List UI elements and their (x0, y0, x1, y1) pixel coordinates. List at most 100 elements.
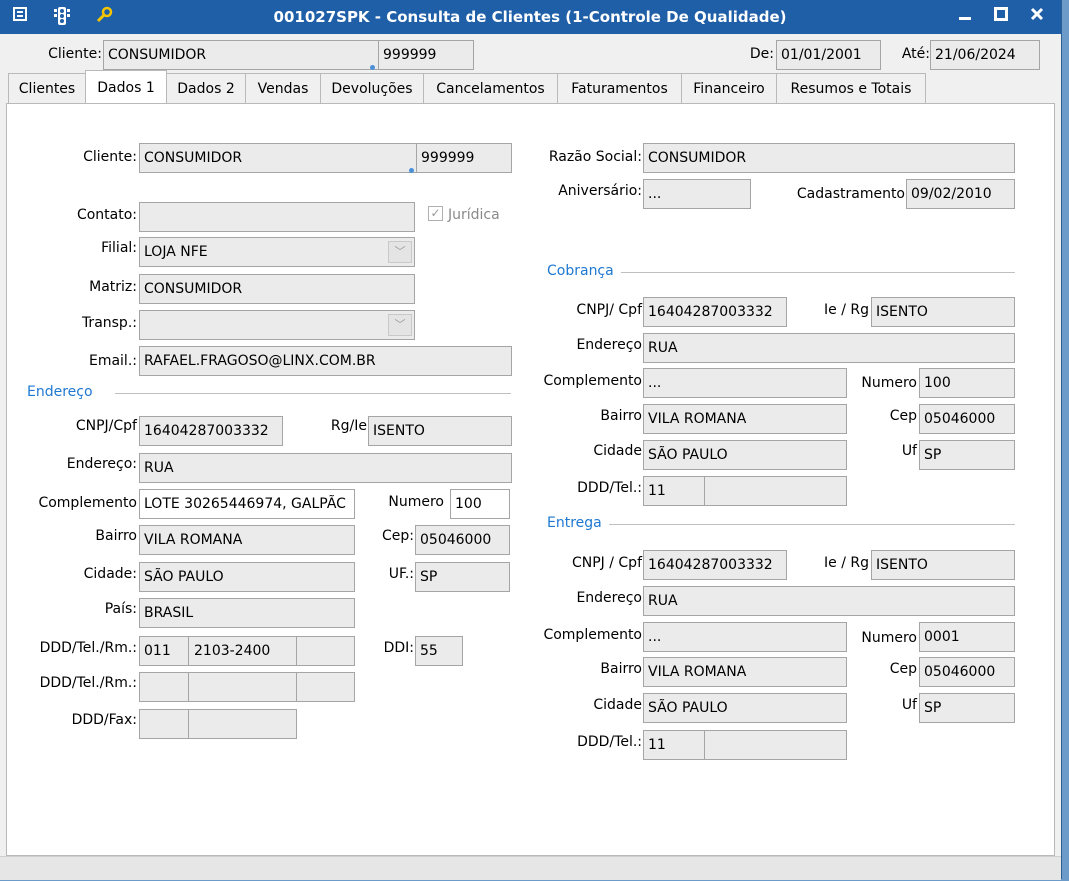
filial-select[interactable]: LOJA NFE ﹀ (139, 237, 415, 267)
transp-select[interactable]: ﹀ (139, 310, 415, 340)
cobranca-ie-label: Ie / Rg (824, 302, 869, 318)
consulta-clientes-window: 001027SPK - Consulta de Clientes (1-Cont… (0, 0, 1062, 880)
cobranca-cnpj-field[interactable]: 16404287003332 (643, 297, 787, 327)
contato-label: Contato: (76, 207, 137, 223)
chevron-down-icon[interactable]: ﹀ (388, 314, 412, 336)
cobranca-ie-field[interactable]: ISENTO (871, 297, 1015, 327)
ate-date-field[interactable]: 21/06/2024 (930, 40, 1040, 70)
bairro-field[interactable]: VILA ROMANA (139, 525, 355, 555)
title-bar: 001027SPK - Consulta de Clientes (1-Cont… (0, 0, 1061, 34)
cep-field[interactable]: 05046000 (415, 525, 510, 555)
minimize-button[interactable] (950, 4, 980, 28)
pais-label: País: (104, 601, 137, 617)
rg-ie-field[interactable]: ISENTO (368, 416, 512, 446)
menu-icon[interactable] (10, 6, 30, 26)
cep-label: Cep: (382, 528, 414, 544)
entrega-uf-field[interactable]: SP (919, 693, 1015, 723)
dados-1-panel: Cliente: CONSUMIDOR 999999 Contato: ✓ Ju… (6, 103, 1055, 856)
filter-cliente-code-field[interactable]: 999999 (378, 40, 474, 70)
cobranca-complemento-field[interactable]: ... (643, 368, 847, 398)
tel1-label: DDD/Tel./Rm.: (39, 640, 137, 656)
traffic-light-icon[interactable] (52, 6, 72, 26)
entrega-complemento-field[interactable]: ... (643, 622, 847, 652)
uf-field[interactable]: SP (415, 562, 510, 592)
matriz-field[interactable]: CONSUMIDOR (139, 274, 415, 304)
aniversario-field[interactable]: ... (643, 179, 751, 209)
cidade-field[interactable]: SÃO PAULO (139, 562, 355, 592)
de-date-field[interactable]: 01/01/2001 (776, 40, 881, 70)
tel1-ddd: 011 (144, 643, 171, 659)
entrega-numero-label: Numero (861, 630, 917, 646)
ddi-field[interactable]: 55 (415, 636, 463, 666)
contato-field[interactable] (139, 202, 415, 232)
tab-devolucoes[interactable]: Devoluções (320, 73, 424, 103)
chevron-down-icon[interactable]: ﹀ (388, 241, 412, 263)
cobranca-numero-label: Numero (861, 375, 917, 391)
cobranca-bairro-field[interactable]: VILA ROMANA (643, 404, 847, 434)
complemento-field[interactable]: LOTE 30265446974, GALPÃC (139, 489, 355, 519)
entrega-cep-label: Cep (889, 661, 917, 677)
tab-financeiro[interactable]: Financeiro (681, 73, 777, 103)
entrega-tel-ddd: 11 (648, 737, 666, 753)
tel1-field[interactable]: 011 2103-2400 (139, 636, 355, 666)
filter-cliente-name-field[interactable]: CONSUMIDOR (103, 40, 379, 70)
tab-dados-2[interactable]: Dados 2 (166, 73, 246, 103)
entrega-ie-field[interactable]: ISENTO (871, 550, 1015, 580)
tab-bar: Clientes Dados 1 Dados 2 Vendas Devoluçõ… (0, 70, 1061, 103)
transp-label: Transp.: (81, 315, 137, 331)
fax-field[interactable] (139, 709, 297, 739)
cobranca-endereco-label: Endereço (576, 337, 642, 353)
tel2-field[interactable] (139, 672, 355, 702)
complemento-label: Complemento (38, 495, 137, 511)
entrega-tel-label: DDD/Tel.: (577, 734, 642, 750)
tab-clientes[interactable]: Clientes (8, 73, 86, 103)
cobranca-cidade-field[interactable]: SÃO PAULO (643, 440, 847, 470)
fax-label: DDD/Fax: (71, 712, 137, 728)
entrega-cep-field[interactable]: 05046000 (919, 657, 1015, 687)
close-button[interactable] (1022, 4, 1052, 28)
entrega-tel-field[interactable]: 11 (643, 730, 847, 760)
rg-ie-label: Rg/Ie (330, 418, 367, 434)
juridica-label: Jurídica (448, 207, 500, 223)
cobranca-endereco-field[interactable]: RUA (643, 333, 1015, 363)
razao-social-field[interactable]: CONSUMIDOR (643, 143, 1015, 173)
tab-dados-1[interactable]: Dados 1 (85, 70, 167, 103)
numero-field[interactable]: 100 (450, 489, 510, 519)
cobranca-cep-field[interactable]: 05046000 (919, 404, 1015, 434)
cobranca-tel-label: DDD/Tel.: (577, 480, 642, 496)
entrega-endereco-field[interactable]: RUA (643, 586, 1015, 616)
entrega-cnpj-field[interactable]: 16404287003332 (643, 550, 787, 580)
endereco-field[interactable]: RUA (139, 453, 512, 483)
maximize-button[interactable] (986, 4, 1016, 28)
entrega-bairro-label: Bairro (600, 661, 642, 677)
razao-social-label: Razão Social: (548, 149, 642, 165)
entrega-complemento-label: Complemento (543, 627, 642, 643)
cadastramento-field[interactable]: 09/02/2010 (906, 179, 1015, 209)
filial-label: Filial: (101, 240, 137, 256)
ddi-label: DDI: (383, 640, 414, 656)
tab-vendas[interactable]: Vendas (245, 73, 321, 103)
tab-faturamentos[interactable]: Faturamentos (557, 73, 682, 103)
entrega-bairro-field[interactable]: VILA ROMANA (643, 657, 847, 687)
cliente-name-field[interactable]: CONSUMIDOR (139, 143, 417, 173)
tab-cancelamentos[interactable]: Cancelamentos (423, 73, 558, 103)
cnpj-field[interactable]: 16404287003332 (139, 416, 283, 446)
cobranca-uf-field[interactable]: SP (919, 440, 1015, 470)
tab-resumos-totais[interactable]: Resumos e Totais (776, 73, 926, 103)
tools-icon[interactable] (94, 6, 114, 26)
email-field[interactable]: RAFAEL.FRAGOSO@LINX.COM.BR (139, 346, 512, 376)
filter-cliente-label: Cliente: (48, 46, 102, 62)
uf-label: UF.: (388, 566, 414, 582)
entrega-cidade-field[interactable]: SÃO PAULO (643, 693, 847, 723)
tel1-number: 2103-2400 (194, 643, 271, 659)
juridica-checkbox[interactable]: ✓ (428, 206, 443, 221)
cobranca-bairro-label: Bairro (600, 408, 642, 424)
cobranca-numero-field[interactable]: 100 (919, 368, 1015, 398)
tel2-label: DDD/Tel./Rm.: (39, 675, 137, 691)
cobranca-tel-field[interactable]: 11 (643, 476, 847, 506)
entrega-numero-field[interactable]: 0001 (919, 622, 1015, 652)
matriz-label: Matriz: (89, 279, 137, 295)
pais-field[interactable]: BRASIL (139, 598, 355, 628)
cobranca-cnpj-label: CNPJ/ Cpf (576, 302, 642, 318)
cliente-code-field[interactable]: 999999 (416, 143, 512, 173)
